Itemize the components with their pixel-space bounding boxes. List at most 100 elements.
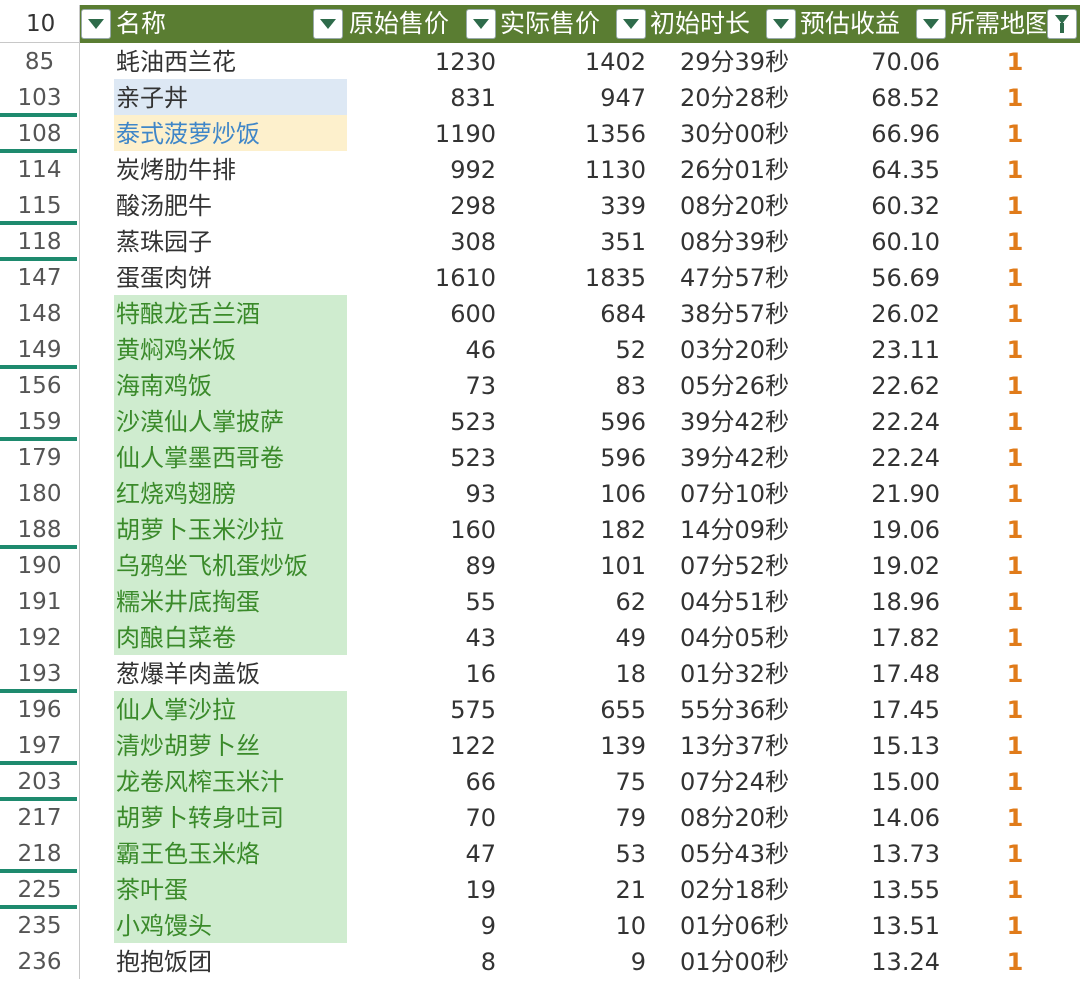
row-number[interactable]: 118 [0, 223, 80, 261]
cell-map[interactable]: 1 [1000, 871, 1030, 907]
cell-orig-price[interactable]: 93 [350, 475, 496, 511]
cell-actual-price[interactable]: 79 [498, 799, 646, 835]
table-row[interactable]: 108 泰式菠萝炒饭 1190 1356 30分00秒 66.96 1 [0, 115, 1080, 153]
table-row[interactable]: 196 仙人掌沙拉 575 655 55分36秒 17.45 1 [0, 691, 1080, 727]
cell-est-income[interactable]: 17.82 [800, 619, 940, 655]
table-row[interactable]: 188 胡萝卜玉米沙拉 160 182 14分09秒 19.06 1 [0, 511, 1080, 549]
cell-map[interactable]: 1 [1000, 619, 1030, 655]
cell-actual-price[interactable]: 684 [498, 295, 646, 331]
row-number[interactable]: 115 [0, 187, 80, 225]
cell-est-income[interactable]: 26.02 [800, 295, 940, 331]
cell-orig-price[interactable]: 523 [350, 439, 496, 475]
cell-map[interactable]: 1 [1000, 907, 1030, 943]
cell-map[interactable]: 1 [1000, 655, 1030, 691]
cell-est-income[interactable]: 17.48 [800, 655, 940, 691]
cell-actual-price[interactable]: 52 [498, 331, 646, 367]
filter-dropdown-icon[interactable] [82, 10, 110, 38]
table-row[interactable]: 118 蒸珠园子 308 351 08分39秒 60.10 1 [0, 223, 1080, 261]
cell-actual-price[interactable]: 1835 [498, 259, 646, 295]
table-row[interactable]: 115 酸汤肥牛 298 339 08分20秒 60.32 1 [0, 187, 1080, 225]
row-number[interactable]: 196 [0, 691, 80, 727]
row-number[interactable]: 197 [0, 727, 80, 765]
cell-initial-duration[interactable]: 04分51秒 [680, 583, 820, 619]
table-row[interactable]: 147 蛋蛋肉饼 1610 1835 47分57秒 56.69 1 [0, 259, 1080, 295]
cell-actual-price[interactable]: 75 [498, 763, 646, 799]
row-number[interactable]: 85 [0, 43, 80, 79]
filter-dropdown-icon[interactable] [467, 10, 495, 38]
table-row[interactable]: 103 亲子丼 831 947 20分28秒 68.52 1 [0, 79, 1080, 117]
cell-map[interactable]: 1 [1000, 151, 1030, 187]
cell-est-income[interactable]: 60.32 [800, 187, 940, 223]
row-number[interactable]: 156 [0, 367, 80, 403]
cell-est-income[interactable]: 56.69 [800, 259, 940, 295]
cell-name[interactable]: 清炒胡萝卜丝 [114, 727, 347, 763]
cell-map[interactable]: 1 [1000, 511, 1030, 547]
cell-orig-price[interactable]: 122 [350, 727, 496, 763]
cell-est-income[interactable]: 22.24 [800, 403, 940, 439]
cell-initial-duration[interactable]: 38分57秒 [680, 295, 820, 331]
row-number[interactable]: 235 [0, 907, 80, 943]
filter-dropdown-icon[interactable] [314, 10, 342, 38]
cell-name[interactable]: 亲子丼 [114, 79, 347, 115]
cell-initial-duration[interactable]: 03分20秒 [680, 331, 820, 367]
cell-est-income[interactable]: 21.90 [800, 475, 940, 511]
cell-est-income[interactable]: 60.10 [800, 223, 940, 259]
cell-actual-price[interactable]: 83 [498, 367, 646, 403]
cell-name[interactable]: 海南鸡饭 [114, 367, 347, 403]
row-number[interactable]: 225 [0, 871, 80, 909]
cell-map[interactable]: 1 [1000, 115, 1030, 151]
cell-initial-duration[interactable]: 39分42秒 [680, 439, 820, 475]
cell-name[interactable]: 乌鸦坐飞机蛋炒饭 [114, 547, 347, 583]
cell-orig-price[interactable]: 19 [350, 871, 496, 907]
cell-orig-price[interactable]: 600 [350, 295, 496, 331]
cell-map[interactable]: 1 [1000, 691, 1030, 727]
cell-initial-duration[interactable]: 04分05秒 [680, 619, 820, 655]
cell-actual-price[interactable]: 339 [498, 187, 646, 223]
col-header-actual-price[interactable]: 实际售价 [500, 5, 618, 43]
row-number[interactable]: 192 [0, 619, 80, 655]
cell-initial-duration[interactable]: 29分39秒 [680, 43, 820, 79]
row-number[interactable]: 108 [0, 115, 80, 153]
table-row[interactable]: 190 乌鸦坐飞机蛋炒饭 89 101 07分52秒 19.02 1 [0, 547, 1080, 583]
cell-map[interactable]: 1 [1000, 727, 1030, 763]
table-row[interactable]: 191 糯米井底掏蛋 55 62 04分51秒 18.96 1 [0, 583, 1080, 619]
cell-map[interactable]: 1 [1000, 799, 1030, 835]
filter-dropdown-icon[interactable] [917, 10, 945, 38]
row-number[interactable]: 193 [0, 655, 80, 693]
cell-map[interactable]: 1 [1000, 295, 1030, 331]
cell-est-income[interactable]: 15.13 [800, 727, 940, 763]
cell-map[interactable]: 1 [1000, 403, 1030, 439]
cell-name[interactable]: 胡萝卜玉米沙拉 [114, 511, 347, 547]
row-number[interactable]: 217 [0, 799, 80, 835]
cell-orig-price[interactable]: 308 [350, 223, 496, 259]
cell-initial-duration[interactable]: 01分32秒 [680, 655, 820, 691]
table-row[interactable]: 156 海南鸡饭 73 83 05分26秒 22.62 1 [0, 367, 1080, 403]
row-number[interactable]: 218 [0, 835, 80, 873]
row-number[interactable]: 148 [0, 295, 80, 331]
col-header-map[interactable]: 所需地图 [950, 5, 1046, 43]
cell-est-income[interactable]: 70.06 [800, 43, 940, 79]
cell-map[interactable]: 1 [1000, 187, 1030, 223]
cell-name[interactable]: 蚝油西兰花 [114, 43, 347, 79]
row-number[interactable]: 188 [0, 511, 80, 549]
cell-map[interactable]: 1 [1000, 439, 1030, 475]
filter-dropdown-icon[interactable] [617, 10, 645, 38]
cell-actual-price[interactable]: 351 [498, 223, 646, 259]
cell-map[interactable]: 1 [1000, 547, 1030, 583]
table-row[interactable]: 235 小鸡馒头 9 10 01分06秒 13.51 1 [0, 907, 1080, 943]
cell-est-income[interactable]: 17.45 [800, 691, 940, 727]
cell-map[interactable]: 1 [1000, 223, 1030, 259]
cell-est-income[interactable]: 23.11 [800, 331, 940, 367]
cell-initial-duration[interactable]: 26分01秒 [680, 151, 820, 187]
cell-orig-price[interactable]: 46 [350, 331, 496, 367]
cell-initial-duration[interactable]: 01分06秒 [680, 907, 820, 943]
cell-name[interactable]: 龙卷风榨玉米汁 [114, 763, 347, 799]
cell-initial-duration[interactable]: 02分18秒 [680, 871, 820, 907]
table-row[interactable]: 149 黄焖鸡米饭 46 52 03分20秒 23.11 1 [0, 331, 1080, 369]
cell-orig-price[interactable]: 992 [350, 151, 496, 187]
cell-name[interactable]: 茶叶蛋 [114, 871, 347, 907]
table-row[interactable]: 193 葱爆羊肉盖饭 16 18 01分32秒 17.48 1 [0, 655, 1080, 693]
cell-orig-price[interactable]: 160 [350, 511, 496, 547]
table-row[interactable]: 180 红烧鸡翅膀 93 106 07分10秒 21.90 1 [0, 475, 1080, 511]
cell-actual-price[interactable]: 1130 [498, 151, 646, 187]
